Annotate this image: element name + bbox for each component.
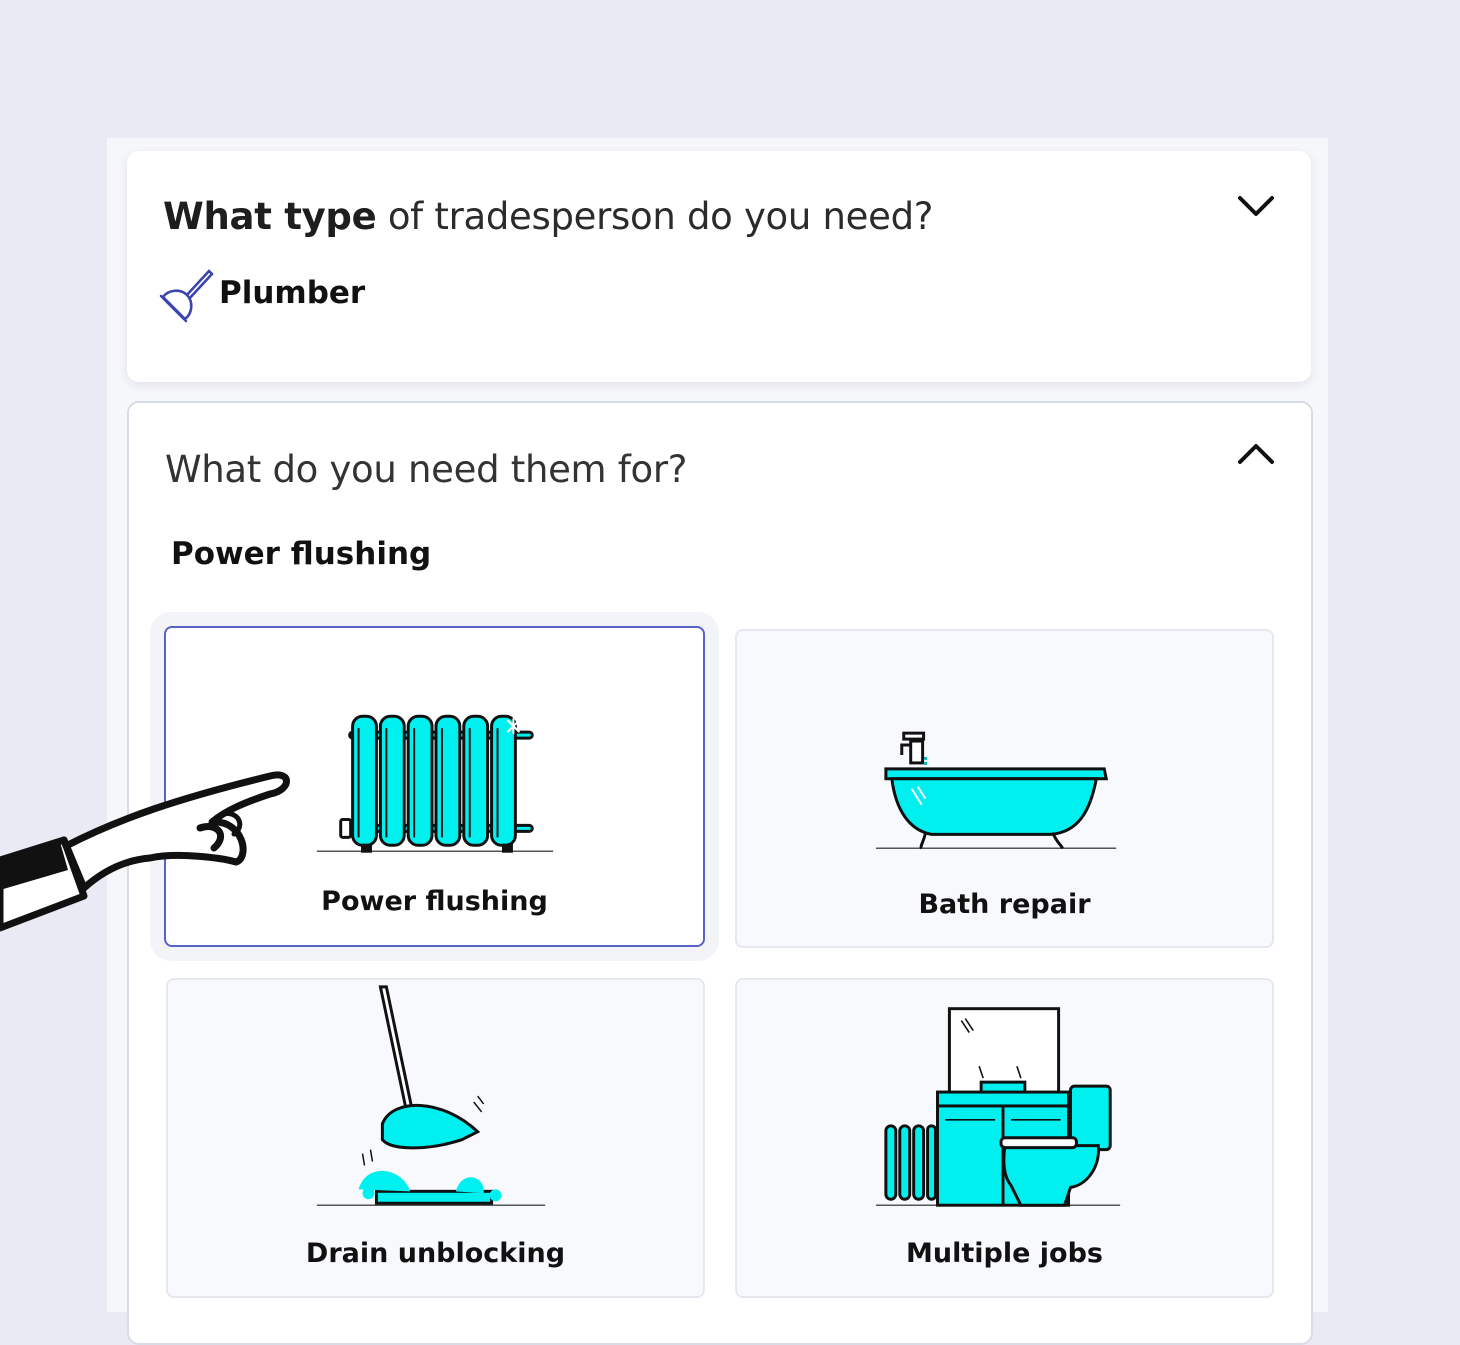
bathroom-icon	[875, 1007, 1121, 1207]
plunger-drain-icon	[316, 985, 546, 1206]
pointing-hand-icon	[0, 771, 290, 932]
selected-trade-label: Plumber	[219, 275, 366, 311]
trade-type-card[interactable]: What type of tradesperson do you need? P…	[127, 151, 1311, 382]
chevron-down-icon[interactable]	[1237, 193, 1275, 219]
bathtub-icon	[875, 731, 1117, 850]
selected-job-heading: Power flushing	[171, 536, 432, 572]
option-label: Multiple jobs	[905, 1238, 1103, 1269]
plunger-icon	[159, 269, 214, 323]
option-label: Bath repair	[918, 889, 1091, 920]
selected-trade: Plumber	[155, 267, 365, 327]
option-multiple-jobs[interactable]: Multiple jobs	[735, 978, 1274, 1298]
job-type-question: What do you need them for?	[165, 448, 688, 491]
option-label: Drain unblocking	[305, 1238, 566, 1269]
option-drain-unblocking[interactable]: Drain unblocking	[166, 978, 705, 1298]
chevron-up-icon[interactable]	[1237, 441, 1275, 467]
trade-type-question: What type of tradesperson do you need?	[163, 195, 934, 238]
option-bath-repair[interactable]: Bath repair	[735, 629, 1274, 948]
